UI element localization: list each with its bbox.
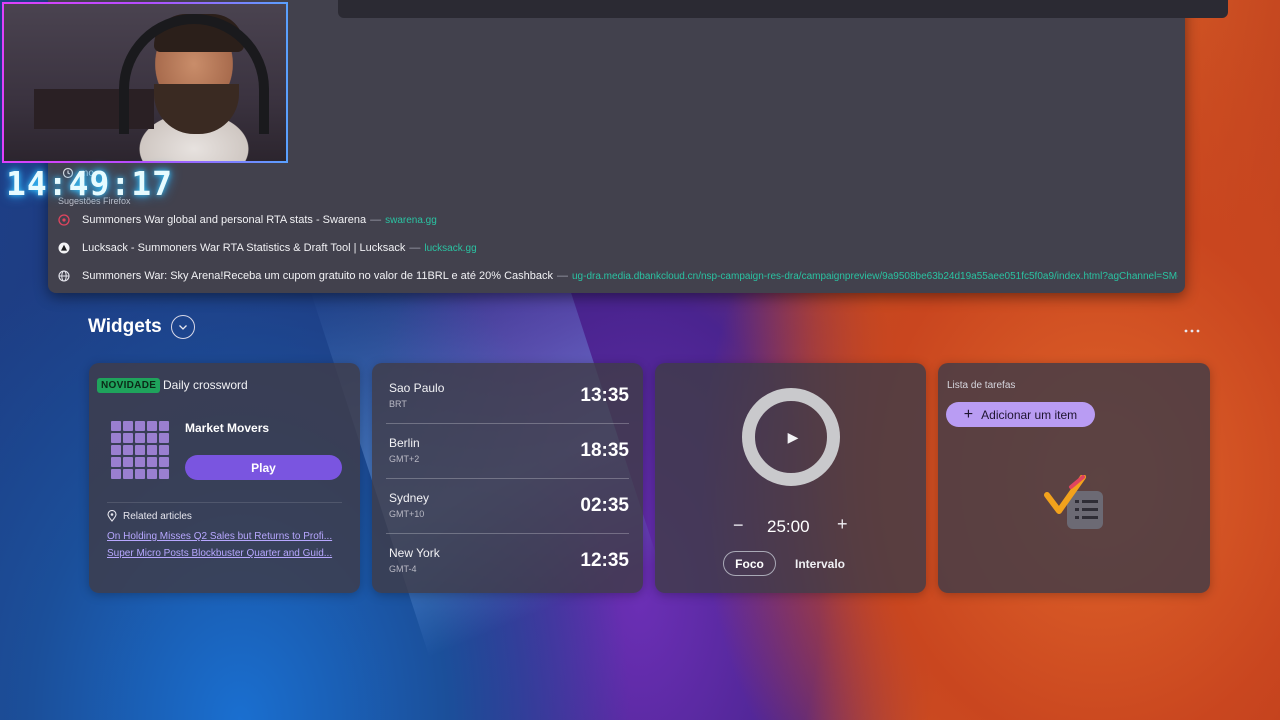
- lucksack-icon: [58, 242, 70, 254]
- add-item-button[interactable]: + Adicionar um item: [946, 402, 1095, 427]
- clock-time: 18:35: [580, 440, 629, 461]
- world-clock-widget: Sao Paulo BRT 13:35 Berlin GMT+2 18:35 S…: [372, 363, 643, 593]
- clock-city: New York: [389, 546, 440, 560]
- todo-widget: Lista de tarefas + Adicionar um item: [938, 363, 1210, 593]
- decrease-time-button[interactable]: −: [733, 515, 744, 536]
- clock-timezone: GMT+10: [389, 509, 425, 519]
- suggestion-url: ug-dra.media.dbankcloud.cn/nsp-campaign-…: [572, 270, 1178, 282]
- clock-row: New York GMT-4 12:35: [372, 534, 643, 589]
- suggestion-title: Lucksack - Summoners War RTA Statistics …: [82, 242, 406, 254]
- swarena-icon: [58, 214, 70, 226]
- widgets-collapse-button[interactable]: [171, 315, 195, 339]
- suggestion-url: lucksack.gg: [424, 242, 477, 254]
- chevron-down-icon: [179, 325, 187, 330]
- play-icon: ▶: [787, 428, 799, 445]
- increase-time-button[interactable]: +: [837, 514, 848, 535]
- clock-city: Sydney: [389, 491, 430, 505]
- suggestion-item[interactable]: Summoners War global and personal RTA st…: [58, 208, 1178, 232]
- suggestion-title: Summoners War: Sky Arena!Receba um cupom…: [82, 270, 553, 282]
- timer-start-button[interactable]: ▶: [742, 388, 840, 486]
- clock-row: Berlin GMT+2 18:35: [372, 424, 643, 479]
- clock-timezone: GMT-4: [389, 564, 417, 574]
- url-bar[interactable]: [338, 0, 1228, 18]
- game-name: Market Movers: [185, 421, 270, 435]
- break-mode-button[interactable]: Intervalo: [795, 557, 845, 571]
- clock-time: 13:35: [580, 385, 629, 406]
- divider: [107, 502, 342, 503]
- todo-checklist-icon: [1044, 475, 1103, 529]
- clock-time: 02:35: [580, 495, 629, 516]
- suggestion-item[interactable]: Summoners War: Sky Arena!Receba um cupom…: [58, 264, 1178, 288]
- article-link[interactable]: Super Micro Posts Blockbuster Quarter an…: [107, 548, 345, 559]
- timer-value: 25:00: [767, 517, 810, 536]
- new-badge: NOVIDADE: [97, 378, 161, 393]
- todo-title: Lista de tarefas: [947, 380, 1016, 391]
- location-pin-icon: [107, 510, 117, 522]
- more-options-button[interactable]: [1184, 318, 1200, 339]
- headset-icon: [119, 14, 269, 134]
- separator-dash: —: [557, 270, 568, 282]
- separator-dash: —: [370, 214, 382, 226]
- globe-icon: [58, 270, 70, 282]
- clock-timezone: GMT+2: [389, 454, 420, 464]
- clock-row: Sydney GMT+10 02:35: [372, 479, 643, 534]
- add-item-label: Adicionar um item: [981, 407, 1078, 422]
- clock-row: Sao Paulo BRT 13:35: [372, 369, 643, 424]
- clock-time: 12:35: [580, 550, 629, 571]
- related-articles-header: Related articles: [107, 510, 192, 522]
- separator-dash: —: [409, 242, 421, 254]
- widgets-title: Widgets: [88, 316, 162, 337]
- suggestion-title: Summoners War global and personal RTA st…: [82, 214, 367, 226]
- more-icon: [1184, 329, 1200, 333]
- webcam-overlay: [2, 2, 288, 163]
- clock-timezone: BRT: [389, 399, 407, 409]
- focus-mode-button[interactable]: Foco: [723, 551, 776, 576]
- stream-clock: 14:49:17: [6, 164, 173, 203]
- plus-icon: +: [963, 405, 974, 423]
- clock-city: Sao Paulo: [389, 381, 445, 395]
- focus-timer-widget: ▶ − 25:00 + Foco Intervalo: [655, 363, 926, 593]
- related-articles-label: Related articles: [123, 510, 192, 522]
- suggestion-url: swarena.gg: [385, 214, 437, 226]
- clock-city: Berlin: [389, 436, 420, 450]
- crossword-widget: NOVIDADE Daily crossword Market Movers P…: [89, 363, 360, 593]
- play-button[interactable]: Play: [185, 455, 342, 480]
- crossword-title: Daily crossword: [163, 378, 248, 392]
- crossword-grid-icon: [111, 421, 169, 479]
- article-link[interactable]: On Holding Misses Q2 Sales but Returns t…: [107, 531, 345, 542]
- suggestion-item[interactable]: Lucksack - Summoners War RTA Statistics …: [58, 236, 1178, 260]
